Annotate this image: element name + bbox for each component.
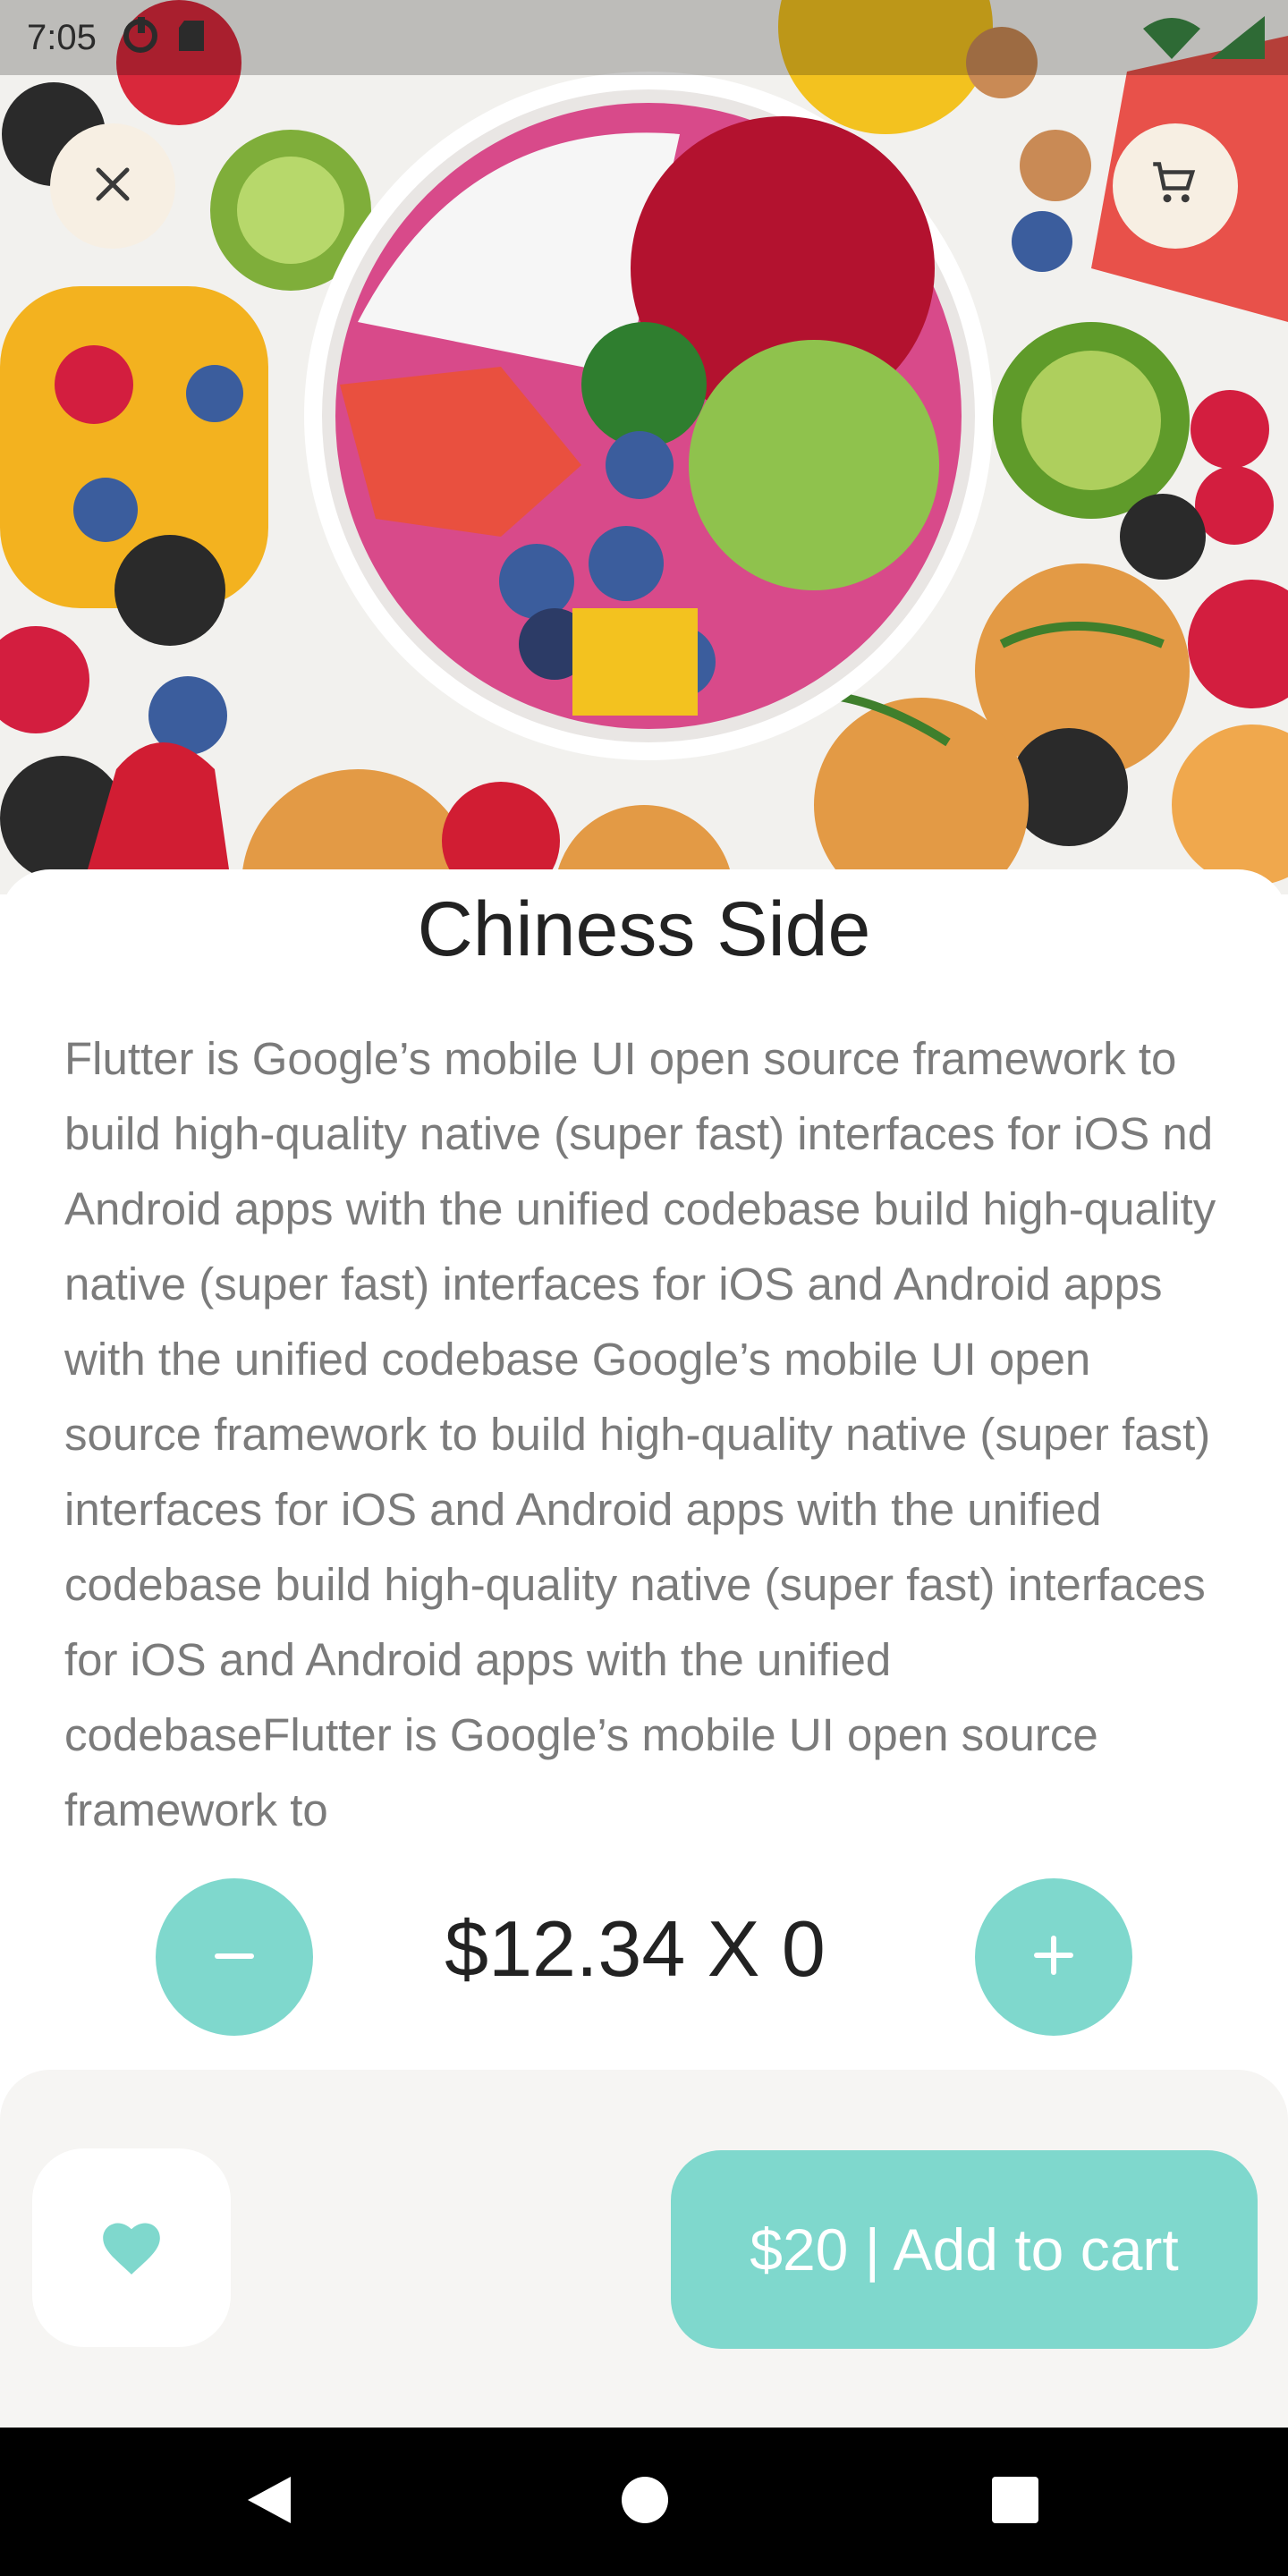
sync-icon bbox=[122, 16, 159, 59]
product-description: Flutter is Google’s mobile UI open sourc… bbox=[64, 1033, 1216, 1835]
close-icon bbox=[93, 165, 132, 208]
favorite-button[interactable] bbox=[32, 2148, 231, 2347]
sd-card-icon bbox=[175, 17, 213, 59]
home-circle-icon bbox=[620, 2475, 670, 2529]
recent-square-icon bbox=[990, 2475, 1040, 2529]
product-title: Chiness Side bbox=[417, 886, 871, 972]
close-button[interactable] bbox=[50, 123, 175, 249]
back-triangle-icon bbox=[244, 2473, 294, 2531]
cart-button[interactable] bbox=[1113, 123, 1238, 249]
plus-icon bbox=[1034, 1935, 1073, 1979]
signal-icon bbox=[1211, 16, 1265, 64]
quantity-selector: $12.34 X 0 bbox=[0, 1877, 1288, 2038]
shopping-cart-icon bbox=[1151, 160, 1199, 213]
fruit-bowl-illustration bbox=[0, 0, 1288, 894]
recent-apps-button[interactable] bbox=[984, 2470, 1046, 2533]
add-to-cart-button[interactable]: $20 | Add to cart bbox=[671, 2150, 1258, 2349]
back-button[interactable] bbox=[238, 2470, 301, 2533]
bottom-action-panel: $20 | Add to cart bbox=[0, 2070, 1288, 2428]
heart-icon bbox=[97, 2215, 166, 2282]
home-button[interactable] bbox=[614, 2470, 676, 2533]
system-navigation-bar bbox=[0, 2428, 1288, 2576]
hero-image bbox=[0, 0, 1288, 894]
wifi-icon bbox=[1143, 16, 1200, 64]
status-time: 7:05 bbox=[27, 17, 97, 57]
increase-quantity-button[interactable] bbox=[975, 1878, 1132, 2036]
status-bar: 7:05 bbox=[0, 0, 1288, 75]
